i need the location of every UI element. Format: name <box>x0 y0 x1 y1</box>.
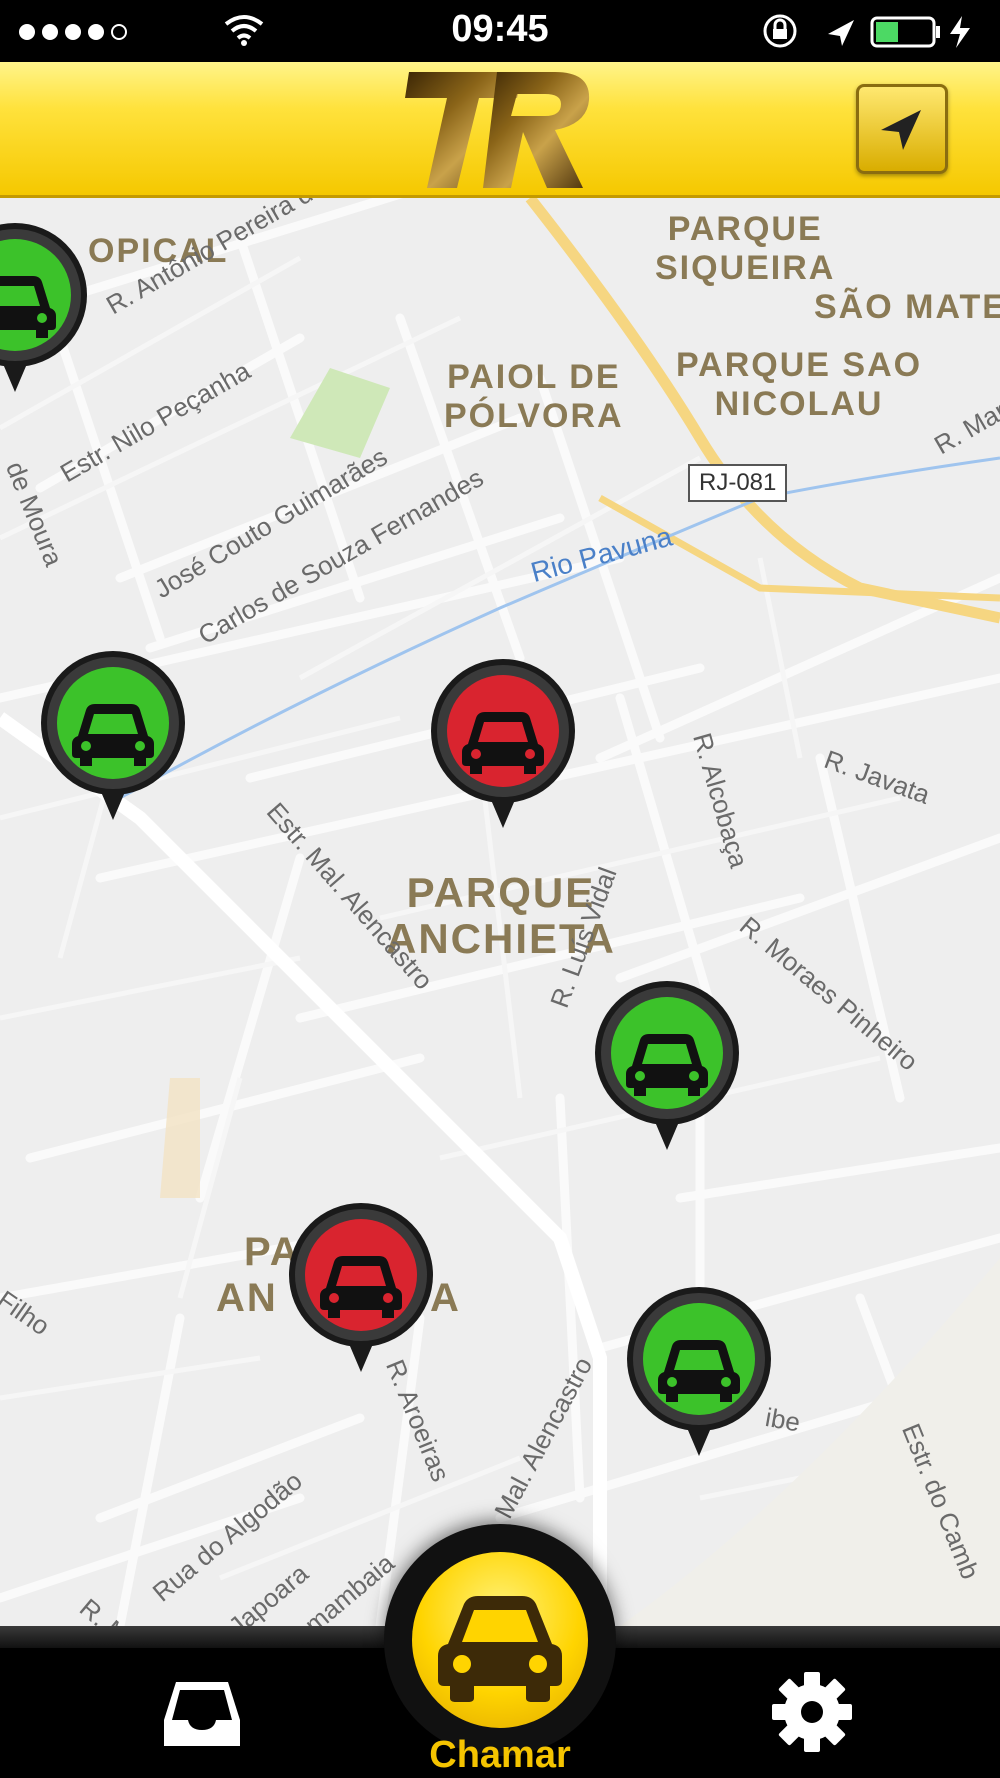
map-view[interactable]: OPICAL PARQUE SIQUEIRA SÃO MATE PAIOL DE P… <box>0 198 1000 1626</box>
settings-button[interactable] <box>768 1668 856 1756</box>
status-right-icons <box>763 14 970 48</box>
charging-icon <box>950 16 970 48</box>
taxi-pin-available[interactable] <box>624 1284 774 1456</box>
location-arrow-icon <box>881 110 921 150</box>
car-icon <box>438 1596 562 1702</box>
taxi-pin-available[interactable] <box>38 648 188 820</box>
taxi-pin-available[interactable] <box>0 220 90 392</box>
battery-icon <box>870 16 940 48</box>
status-bar: 09:45 <box>0 0 1000 62</box>
area-label: PARQUE SIQUEIRA <box>655 210 835 288</box>
inbox-icon <box>164 1682 240 1746</box>
call-button-face <box>412 1552 588 1728</box>
area-label: SÃO MATE <box>814 288 1000 326</box>
area-label-line: NICOLAU <box>714 385 884 424</box>
pin-marker <box>41 651 185 820</box>
taxi-pin-occupied[interactable] <box>428 656 578 828</box>
area-label: PARQUE SAO NICOLAU <box>676 346 922 424</box>
inbox-button[interactable] <box>162 1674 242 1754</box>
pin-marker <box>595 981 739 1150</box>
pin-marker <box>627 1287 771 1456</box>
area-label: AN <box>216 1276 278 1320</box>
taxi-pin-available[interactable] <box>592 978 742 1150</box>
area-label-line: SIQUEIRA <box>655 249 836 288</box>
area-label-line: PAIOL DE <box>447 358 621 396</box>
app-header <box>0 62 1000 198</box>
gear-icon <box>772 1672 852 1752</box>
pin-marker <box>289 1203 433 1372</box>
call-taxi-button[interactable] <box>384 1524 616 1756</box>
locate-me-button[interactable] <box>856 84 948 174</box>
area-label-line: PÓLVORA <box>444 397 624 436</box>
rotation-lock-icon <box>763 14 797 48</box>
app-logo <box>405 72 590 188</box>
location-services-icon <box>828 20 854 46</box>
area-label-line: PARQUE SAO <box>676 346 923 384</box>
route-badge: RJ-081 <box>688 464 788 502</box>
call-taxi-label: Chamar <box>429 1734 571 1776</box>
taxi-pin-occupied[interactable] <box>286 1200 436 1372</box>
pin-marker <box>431 659 575 828</box>
area-label-line: PARQUE <box>667 210 823 248</box>
area-label: PAIOL DE PÓLVORA <box>444 358 624 436</box>
pin-marker <box>0 223 87 392</box>
